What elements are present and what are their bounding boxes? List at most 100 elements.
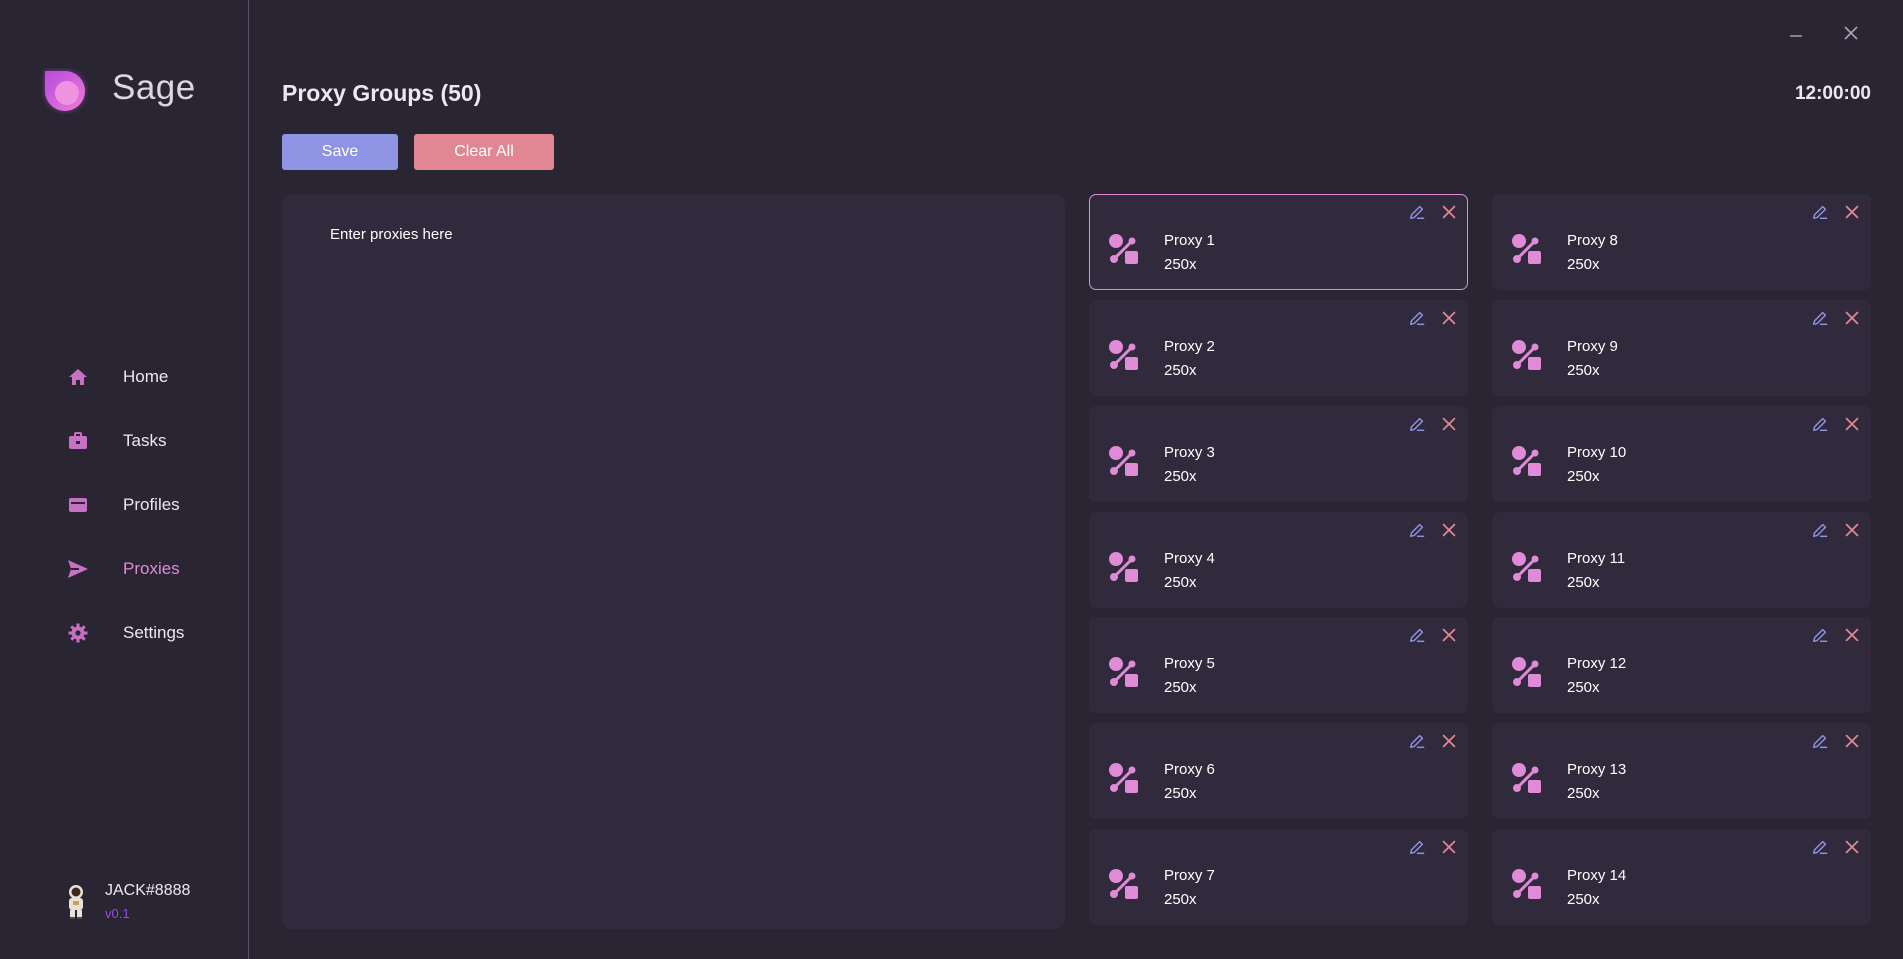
close-icon	[1440, 309, 1458, 332]
delete-proxy-button[interactable]	[1842, 522, 1862, 542]
proxy-group-card[interactable]: Proxy 11 250x	[1492, 512, 1871, 608]
astronaut-avatar-icon	[69, 885, 83, 919]
proxy-group-count: 250x	[1567, 679, 1600, 696]
delete-proxy-button[interactable]	[1439, 310, 1459, 330]
minimize-button[interactable]	[1785, 22, 1807, 44]
proxy-group-card[interactable]: Proxy 5 250x	[1089, 617, 1468, 713]
proxy-group-card[interactable]: Proxy 9 250x	[1492, 300, 1871, 396]
pencil-icon	[1811, 415, 1829, 438]
edit-proxy-button[interactable]	[1407, 733, 1427, 753]
proxy-group-count: 250x	[1567, 574, 1600, 591]
delete-proxy-button[interactable]	[1439, 733, 1459, 753]
proxy-group-count: 250x	[1164, 679, 1197, 696]
user-profile: JACK#8888 v0.1	[62, 880, 242, 924]
close-icon	[1843, 838, 1861, 861]
sidebar-item-label: Profiles	[123, 495, 180, 514]
proxy-group-name: Proxy 3	[1164, 444, 1215, 461]
brand-name: Sage	[112, 68, 196, 107]
proxy-group-card[interactable]: Proxy 3 250x	[1089, 406, 1468, 502]
edit-proxy-button[interactable]	[1810, 204, 1830, 224]
proxy-group-card[interactable]: Proxy 13 250x	[1492, 723, 1871, 819]
sidebar: Sage Home Tasks Profiles Proxies Setting…	[0, 0, 249, 959]
delete-proxy-button[interactable]	[1842, 310, 1862, 330]
delete-proxy-button[interactable]	[1842, 839, 1862, 859]
close-icon	[1440, 203, 1458, 226]
pencil-icon	[1408, 415, 1426, 438]
home-icon	[66, 365, 90, 389]
edit-proxy-button[interactable]	[1407, 627, 1427, 647]
proxy-group-name: Proxy 12	[1567, 655, 1627, 672]
delete-proxy-button[interactable]	[1439, 627, 1459, 647]
sidebar-item-proxies[interactable]: Proxies	[0, 537, 249, 601]
save-button[interactable]: Save	[282, 134, 398, 170]
app-window: Sage Home Tasks Profiles Proxies Setting…	[0, 0, 1903, 959]
sidebar-item-label: Proxies	[123, 559, 180, 578]
proxy-group-card[interactable]: Proxy 1 250x	[1089, 194, 1468, 290]
close-icon	[1843, 203, 1861, 226]
edit-proxy-button[interactable]	[1810, 416, 1830, 436]
sage-logo-icon	[45, 71, 85, 111]
delete-proxy-button[interactable]	[1439, 204, 1459, 224]
proxy-group-name: Proxy 14	[1567, 867, 1627, 884]
wallet-icon	[66, 493, 90, 517]
proxy-group-card[interactable]: Proxy 10 250x	[1492, 406, 1871, 502]
delete-proxy-button[interactable]	[1842, 204, 1862, 224]
proxy-route-icon	[1509, 760, 1545, 796]
sidebar-item-home[interactable]: Home	[0, 345, 249, 409]
edit-proxy-button[interactable]	[1407, 204, 1427, 224]
pencil-icon	[1408, 521, 1426, 544]
proxy-group-count: 250x	[1567, 362, 1600, 379]
proxy-group-card[interactable]: Proxy 12 250x	[1492, 617, 1871, 713]
edit-proxy-button[interactable]	[1407, 310, 1427, 330]
edit-proxy-button[interactable]	[1407, 839, 1427, 859]
edit-proxy-button[interactable]	[1810, 310, 1830, 330]
delete-proxy-button[interactable]	[1842, 627, 1862, 647]
delete-proxy-button[interactable]	[1439, 522, 1459, 542]
close-icon	[1843, 415, 1861, 438]
edit-proxy-button[interactable]	[1810, 522, 1830, 542]
close-icon	[1844, 26, 1858, 40]
edit-proxy-button[interactable]	[1810, 733, 1830, 753]
edit-proxy-button[interactable]	[1810, 627, 1830, 647]
edit-proxy-button[interactable]	[1407, 416, 1427, 436]
delete-proxy-button[interactable]	[1842, 416, 1862, 436]
proxy-group-card[interactable]: Proxy 7 250x	[1089, 829, 1468, 925]
proxy-group-count: 250x	[1567, 891, 1600, 908]
delete-proxy-button[interactable]	[1439, 416, 1459, 436]
proxy-route-icon	[1106, 760, 1142, 796]
proxy-group-card[interactable]: Proxy 8 250x	[1492, 194, 1871, 290]
proxy-route-icon	[1106, 866, 1142, 902]
sidebar-item-profiles[interactable]: Profiles	[0, 473, 249, 537]
close-icon	[1843, 732, 1861, 755]
proxy-group-card[interactable]: Proxy 14 250x	[1492, 829, 1871, 925]
close-icon	[1440, 521, 1458, 544]
proxy-group-count: 250x	[1164, 785, 1197, 802]
pencil-icon	[1811, 203, 1829, 226]
edit-proxy-button[interactable]	[1810, 839, 1830, 859]
minimize-icon	[1790, 35, 1802, 37]
proxy-group-card[interactable]: Proxy 6 250x	[1089, 723, 1468, 819]
proxy-input[interactable]	[282, 194, 1065, 929]
proxy-group-card[interactable]: Proxy 4 250x	[1089, 512, 1468, 608]
proxy-group-count: 250x	[1164, 574, 1197, 591]
close-icon	[1440, 626, 1458, 649]
close-icon	[1440, 838, 1458, 861]
proxy-route-icon	[1509, 866, 1545, 902]
edit-proxy-button[interactable]	[1407, 522, 1427, 542]
delete-proxy-button[interactable]	[1439, 839, 1459, 859]
proxy-route-icon	[1106, 337, 1142, 373]
proxy-group-name: Proxy 1	[1164, 232, 1215, 249]
proxy-route-icon	[1106, 654, 1142, 690]
pencil-icon	[1811, 626, 1829, 649]
close-window-button[interactable]	[1840, 22, 1862, 44]
sidebar-item-tasks[interactable]: Tasks	[0, 409, 249, 473]
pencil-icon	[1408, 626, 1426, 649]
pencil-icon	[1811, 732, 1829, 755]
proxy-group-name: Proxy 13	[1567, 761, 1627, 778]
delete-proxy-button[interactable]	[1842, 733, 1862, 753]
proxy-route-icon	[1509, 654, 1545, 690]
sidebar-item-settings[interactable]: Settings	[0, 601, 249, 665]
clear-all-button[interactable]: Clear All	[414, 134, 554, 170]
briefcase-icon	[66, 429, 90, 453]
proxy-group-card[interactable]: Proxy 2 250x	[1089, 300, 1468, 396]
